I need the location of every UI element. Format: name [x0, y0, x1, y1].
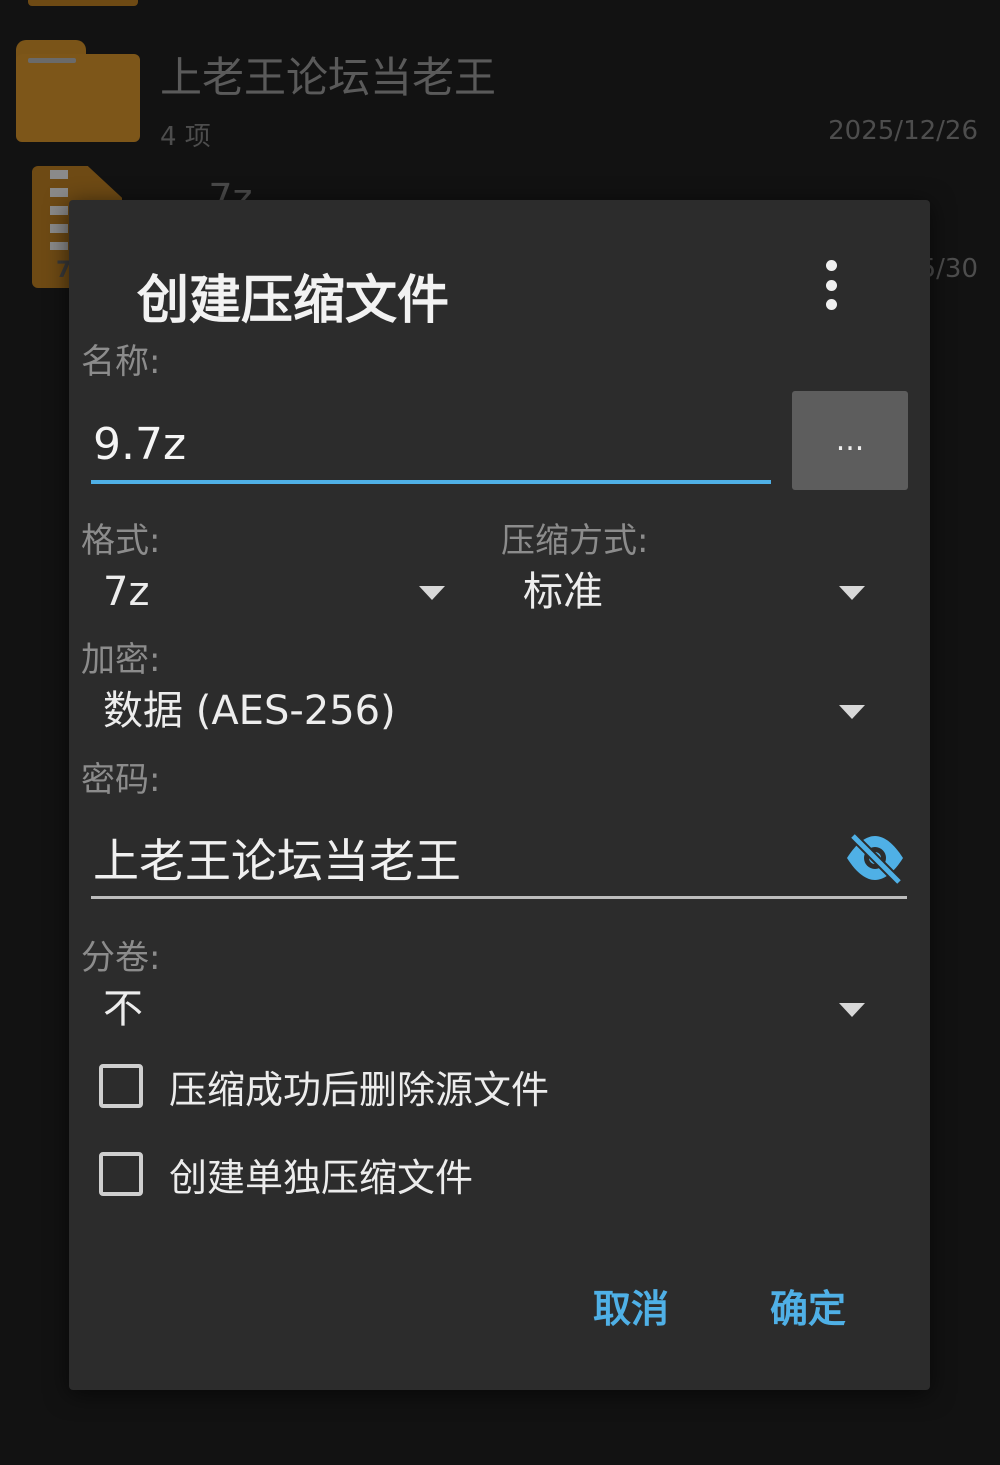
caret-down-icon	[839, 1003, 865, 1017]
more-vert-icon[interactable]	[819, 260, 843, 310]
split-volume-select[interactable]: 不	[91, 979, 881, 1039]
separate-archives-checkbox[interactable]	[99, 1152, 143, 1196]
dialog-title: 创建压缩文件	[137, 271, 450, 331]
compression-method-value: 标准	[523, 569, 603, 615]
folder-item-count: 4 项	[160, 122, 211, 152]
format-label: 格式:	[81, 521, 161, 561]
split-volume-value: 不	[103, 986, 143, 1032]
encryption-value: 数据 (AES-256)	[103, 688, 396, 734]
folder-date: 2025/12/26	[828, 116, 978, 146]
password-value: 上老王论坛当老王	[93, 834, 461, 888]
password-label: 密码:	[81, 760, 161, 800]
compression-method-label: 压缩方式:	[501, 521, 649, 561]
delete-source-label: 压缩成功后删除源文件	[169, 1067, 550, 1112]
split-volume-label: 分卷:	[81, 938, 161, 978]
encryption-label: 加密:	[81, 640, 161, 680]
caret-down-icon	[839, 705, 865, 719]
format-value: 7z	[103, 569, 150, 615]
delete-source-checkbox[interactable]	[99, 1064, 143, 1108]
separate-archives-option[interactable]: 创建单独压缩文件	[99, 1146, 473, 1202]
browse-button[interactable]: ...	[792, 391, 908, 490]
name-label: 名称:	[81, 342, 161, 382]
create-archive-dialog: 创建压缩文件 名称: 9.7z ... 格式: 压缩方式: 7z 标准 加密: …	[69, 200, 930, 1390]
folder-name: 上老王论坛当老王	[160, 53, 497, 102]
separate-archives-label: 创建单独压缩文件	[169, 1155, 474, 1200]
cancel-button[interactable]: 取消	[593, 1278, 669, 1333]
caret-down-icon	[419, 586, 445, 600]
delete-source-option[interactable]: 压缩成功后删除源文件	[99, 1058, 549, 1114]
eye-off-icon[interactable]	[843, 830, 907, 886]
encryption-select[interactable]: 数据 (AES-256)	[91, 681, 881, 741]
folder-icon-partial	[28, 0, 138, 6]
password-input[interactable]: 上老王论坛当老王	[91, 826, 907, 899]
folder-icon	[16, 40, 140, 142]
confirm-button[interactable]: 确定	[770, 1278, 846, 1333]
format-select[interactable]: 7z	[91, 562, 461, 622]
archive-name-input[interactable]: 9.7z	[91, 410, 771, 484]
caret-down-icon	[839, 586, 865, 600]
compression-method-select[interactable]: 标准	[511, 562, 881, 622]
